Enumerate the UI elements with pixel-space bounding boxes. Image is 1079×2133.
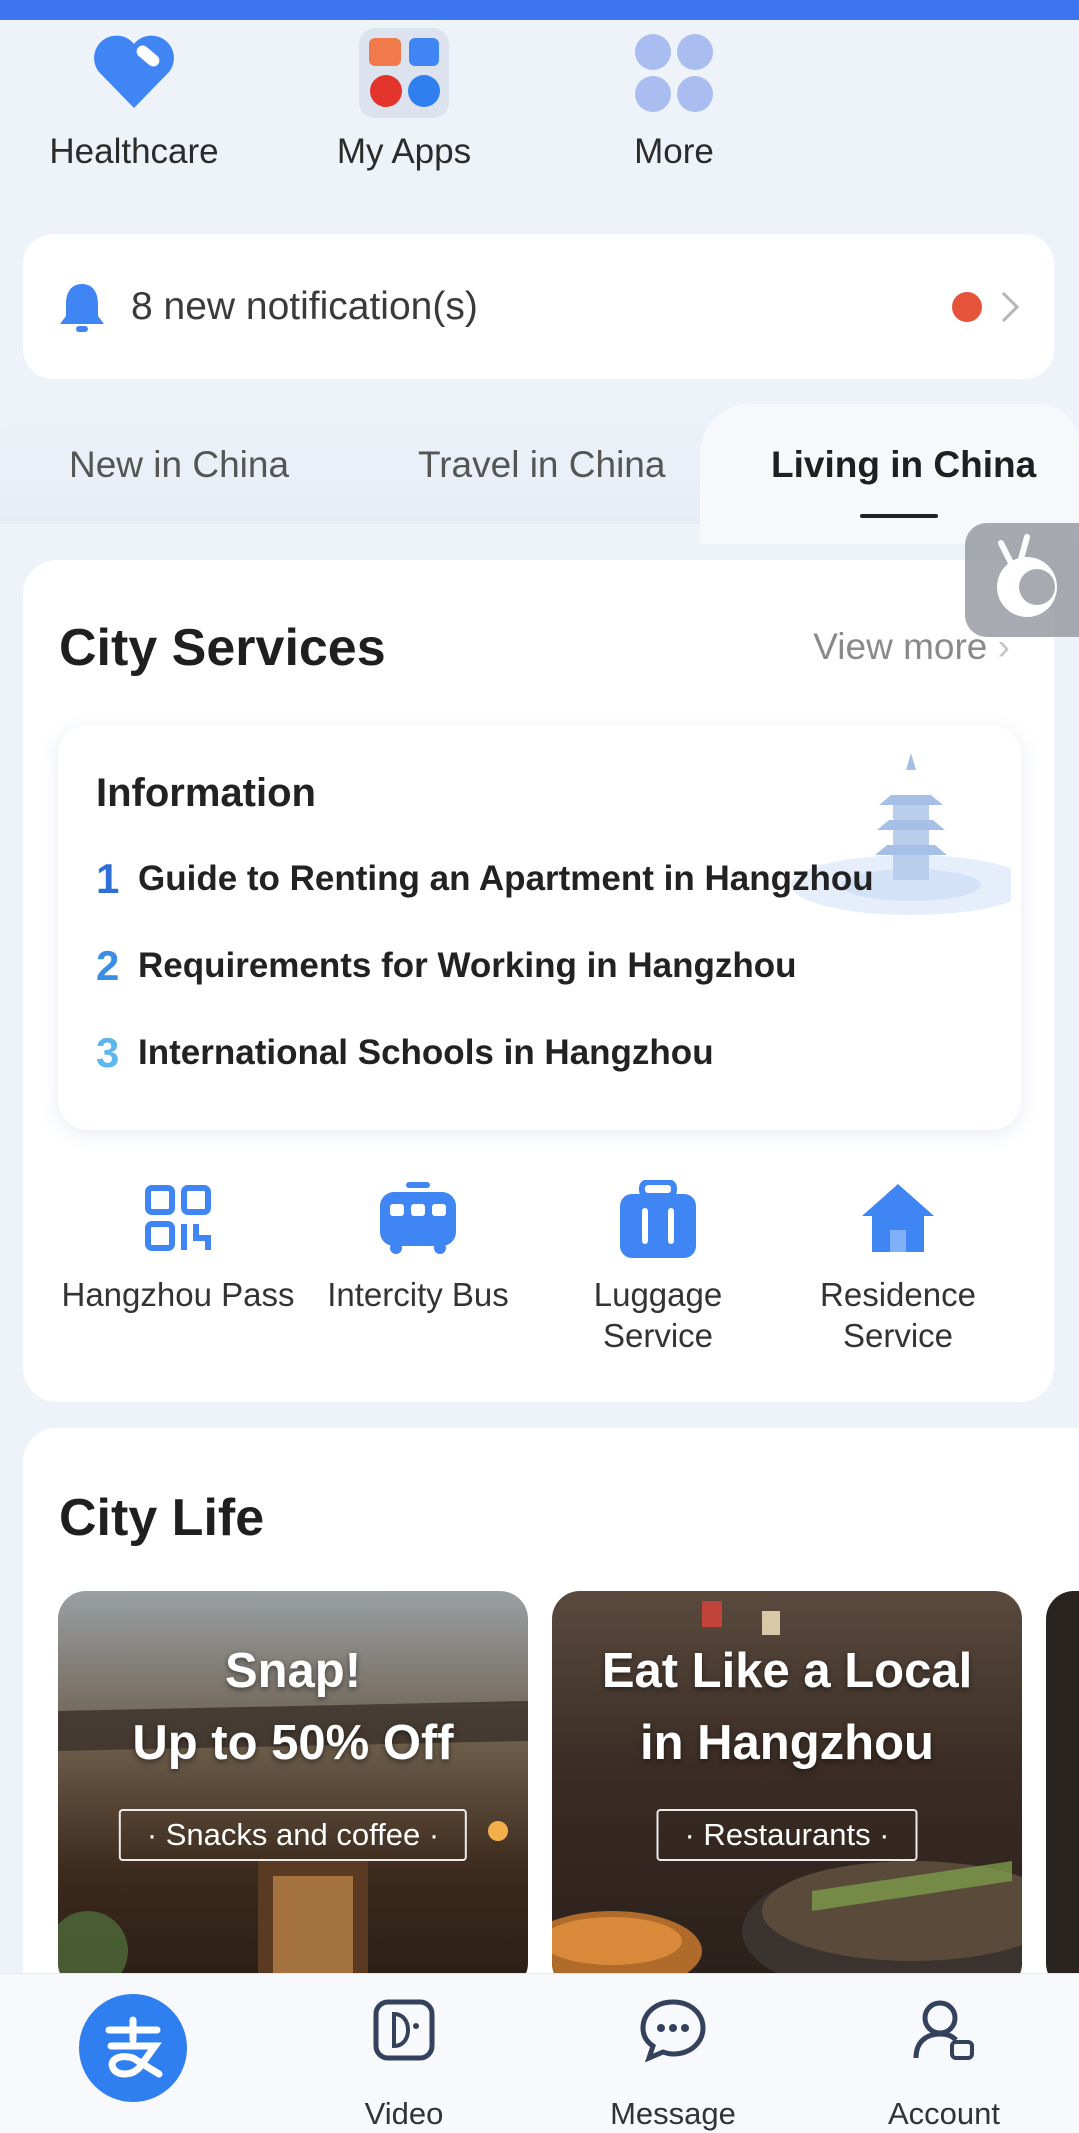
notification-bar[interactable]: 8 new notification(s) (23, 234, 1054, 379)
nav-label: Video (364, 2096, 444, 2131)
city-life-card: City Life Snap! Up to 50% Off · Snacks a… (23, 1428, 1079, 2048)
info-item-number: 2 (96, 942, 120, 989)
info-item-number: 3 (96, 1029, 120, 1076)
info-item[interactable]: 1 Guide to Renting an Apartment in Hangz… (96, 855, 874, 903)
my-apps-icon (359, 28, 449, 118)
tab-new-in-china[interactable]: New in China (69, 444, 289, 486)
service-residence[interactable]: Residence Service (778, 1180, 1018, 1356)
bell-icon (60, 283, 104, 332)
promo-card-partial[interactable] (1046, 1591, 1079, 1991)
chevron-right-icon (1001, 291, 1020, 322)
quick-app-more[interactable]: More (564, 28, 784, 172)
promo-tag: · Restaurants · (656, 1809, 918, 1861)
active-tab-indicator (860, 514, 938, 518)
city-life-title: City Life (59, 1489, 265, 1547)
promo-headline: Snap! (224, 1644, 362, 1698)
info-item-text: International Schools in Hangzhou (138, 1033, 714, 1072)
quick-app-label: My Apps (336, 132, 472, 171)
service-luggage[interactable]: Luggage Service (538, 1179, 778, 1356)
account-icon (913, 2000, 974, 2060)
promo-card-snacks[interactable]: Snap! Up to 50% Off · Snacks and coffee … (58, 1591, 528, 1991)
tab-travel-in-china[interactable]: Travel in China (418, 444, 665, 486)
message-icon (640, 1999, 706, 2062)
quick-app-label: More (634, 132, 714, 171)
info-item-text: Requirements for Working in Hangzhou (138, 946, 797, 985)
luggage-icon (618, 1179, 698, 1260)
promo-headline: Up to 50% Off (132, 1716, 454, 1770)
info-item-number: 1 (96, 855, 120, 902)
more-icon (629, 28, 719, 118)
info-item[interactable]: 2 Requirements for Working in Hangzhou (96, 942, 797, 990)
assistant-icon (997, 534, 1057, 617)
service-label: Luggage Service (593, 1276, 723, 1354)
video-icon (373, 1999, 435, 2061)
bus-icon (378, 1180, 458, 1260)
healthcare-icon (89, 28, 179, 118)
information-panel: Information 1 Guide to Renting an Apartm… (58, 725, 1021, 1130)
nav-label: Message (610, 2096, 736, 2131)
service-intercity-bus[interactable]: Intercity Bus (298, 1180, 538, 1315)
service-label: Intercity Bus (327, 1276, 509, 1313)
promo-headline: Eat Like a Local (601, 1644, 973, 1698)
alipay-logo-icon (79, 1994, 187, 2102)
service-hangzhou-pass[interactable]: Hangzhou Pass (58, 1180, 298, 1315)
quick-app-healthcare[interactable]: Healthcare (24, 28, 244, 172)
status-bar-accent (0, 0, 1079, 20)
quick-app-label: Healthcare (49, 132, 219, 171)
quick-app-my-apps[interactable]: My Apps (294, 28, 514, 172)
quick-apps-row: Healthcare My Apps More (0, 28, 1079, 178)
nav-label: Account (887, 2096, 1000, 2131)
service-label: Residence Service (820, 1276, 976, 1354)
floating-assistant-button[interactable] (965, 523, 1079, 637)
house-icon (858, 1180, 938, 1260)
promo-card-restaurants[interactable]: Eat Like a Local in Hangzhou · Restauran… (552, 1591, 1022, 1991)
pagoda-illustration-icon (791, 753, 1011, 915)
notification-text: 8 new notification(s) (131, 284, 478, 328)
unread-dot (952, 291, 982, 322)
bottom-navigation: Video Message Account (0, 1973, 1079, 2133)
city-services-card: City Services View more › Information 1 … (23, 560, 1054, 1402)
service-label: Hangzhou Pass (61, 1276, 295, 1313)
info-item[interactable]: 3 International Schools in Hangzhou (96, 1029, 714, 1077)
promo-tag: · Snacks and coffee · (118, 1809, 468, 1861)
information-title: Information (96, 771, 316, 815)
tab-living-in-china[interactable]: Living in China (771, 444, 1036, 486)
city-services-title: City Services (59, 619, 386, 677)
promo-headline: in Hangzhou (640, 1716, 934, 1770)
qr-code-icon (138, 1180, 218, 1260)
category-tabs: New in China Travel in China Living in C… (0, 404, 1079, 544)
info-item-text: Guide to Renting an Apartment in Hangzho… (138, 859, 874, 898)
